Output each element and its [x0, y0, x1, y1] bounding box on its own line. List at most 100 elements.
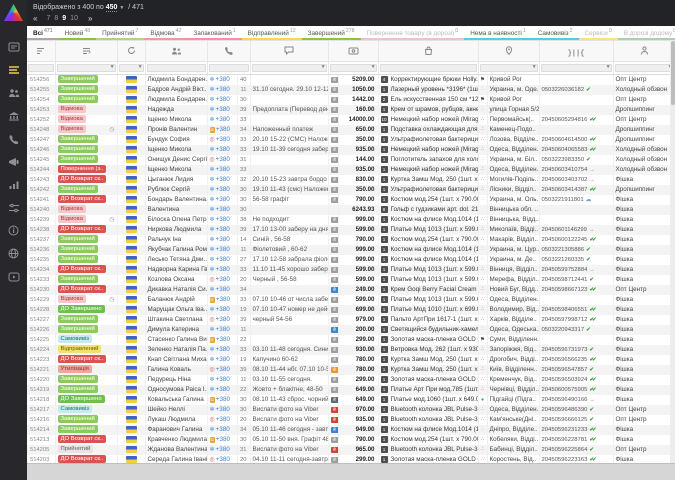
phone-cell[interactable]: ❄+380: [207, 215, 237, 225]
phone-link[interactable]: +380: [216, 416, 230, 423]
table-row[interactable]: 514214 Завершений Фаранович Галина ❄+380…: [27, 425, 675, 435]
ttn-cell[interactable]: 20450603410754→: [539, 165, 613, 175]
filter-ttn[interactable]: ▾: [539, 62, 613, 75]
table-row[interactable]: 514253 Відмова Надежда ❄+380 39 Предопла…: [27, 105, 675, 115]
table-row[interactable]: 514256 Завершений Людмила Бондарен.. ❄+3…: [27, 75, 675, 86]
phone-link[interactable]: +380: [216, 316, 230, 323]
ttn-cell[interactable]: [539, 215, 613, 225]
table-row[interactable]: 514223 ДО Возврат ск.. Кнап Світлана Мих…: [27, 355, 675, 365]
phone-link[interactable]: +380: [216, 366, 230, 373]
tab-1[interactable]: Новий48: [59, 26, 97, 40]
ttn-cell[interactable]: 20450598667123✔✔: [539, 285, 613, 295]
phone-link[interactable]: +380: [216, 136, 230, 143]
chevron-down-icon[interactable]: ▼: [119, 5, 124, 11]
sidebar-item-video[interactable]: [0, 265, 27, 288]
filter-status[interactable]: ▾: [55, 62, 117, 75]
column-price[interactable]: [328, 41, 378, 62]
table-row[interactable]: 514244 Повернення (з.. Іщенко Микола ❄+3…: [27, 165, 675, 175]
ttn-cell[interactable]: 20450601146299→: [539, 225, 613, 235]
table-row[interactable]: 514205 Прийнятий Жданова Валентина ❄+380…: [27, 445, 675, 455]
phone-link[interactable]: +380: [216, 256, 230, 263]
ttn-cell[interactable]: 20450604065583✔✔: [539, 145, 613, 155]
phone-link[interactable]: +380: [216, 356, 230, 363]
table-row[interactable]: 514218 ДО Завершено Ковальська Галина ic…: [27, 395, 675, 405]
phone-cell[interactable]: ❄+380: [207, 205, 237, 215]
table-row[interactable]: 514239 Відмова◷ Білоска Олена Петр.. ❄+3…: [27, 215, 675, 225]
tab-2[interactable]: Прийнятий7: [96, 26, 144, 40]
filter-city[interactable]: ▾: [478, 62, 539, 75]
ttn-cell[interactable]: 0503221260335✔: [539, 255, 613, 265]
phone-link[interactable]: +380: [216, 286, 230, 293]
ttn-cell[interactable]: 20450596231233✔✔: [539, 425, 613, 435]
column-comment[interactable]: [250, 41, 328, 62]
phone-cell[interactable]: ❄+380: [207, 355, 237, 365]
sidebar-item-info[interactable]: [0, 219, 27, 242]
first-page-button[interactable]: «: [33, 13, 36, 25]
ttn-cell[interactable]: 20450596225864✔: [539, 445, 613, 455]
phone-cell[interactable]: ic+380: [207, 395, 237, 405]
vertical-scrollbar[interactable]: [670, 40, 675, 464]
table-row[interactable]: 514233 Завершений Козлова Оксана ◎+380 2…: [27, 275, 675, 285]
filter-price[interactable]: ▾: [328, 62, 378, 75]
ttn-cell[interactable]: [539, 335, 613, 345]
ttn-cell[interactable]: 20450600575905✔✔: [539, 385, 613, 395]
table-row[interactable]: 514217 Самовивіз Шейко Неллі ❄+380 30 Ви…: [27, 405, 675, 415]
phone-cell[interactable]: ❄+380: [207, 165, 237, 175]
ttn-cell[interactable]: 20450599752884→: [539, 265, 613, 275]
sidebar-item-stats[interactable]: [0, 173, 27, 196]
phone-cell[interactable]: ❄+380: [207, 75, 237, 86]
ttn-cell[interactable]: [539, 75, 613, 86]
phone-cell[interactable]: ◎+380: [207, 155, 237, 165]
tab-10[interactable]: Сервіси0: [579, 26, 618, 40]
ttn-cell[interactable]: 20450598406551✔✔: [539, 305, 613, 315]
phone-link[interactable]: +380: [216, 96, 230, 103]
phone-link[interactable]: +380: [216, 166, 230, 173]
table-row[interactable]: 514224 Відправлений Зеленко Наталія Па..…: [27, 345, 675, 355]
ttn-cell[interactable]: 0503223983350✔: [539, 155, 613, 165]
phone-link[interactable]: +380: [216, 456, 230, 463]
phone-cell[interactable]: ic+380: [207, 125, 237, 135]
phone-cell[interactable]: ic+380: [207, 335, 237, 345]
table-row[interactable]: 514238 ДО Возврат ск.. Ниркова Людмила ❄…: [27, 225, 675, 235]
table-row[interactable]: 514255 Завершений Бадров Андрій Вікт.. ❄…: [27, 85, 675, 95]
phone-cell[interactable]: ❄+380: [207, 115, 237, 125]
sidebar-item-settings[interactable]: [0, 196, 27, 219]
phone-cell[interactable]: ❄+380: [207, 245, 237, 255]
ttn-cell[interactable]: 20450603414387✔✔: [539, 185, 613, 195]
phone-cell[interactable]: ❄+380: [207, 185, 237, 195]
table-row[interactable]: 514230 ДО Возврат ск.. Дикавка Наталія С…: [27, 285, 675, 295]
ttn-cell[interactable]: [539, 105, 613, 115]
phone-cell[interactable]: ❄+380: [207, 235, 237, 245]
table-row[interactable]: 514236 Завершений Якубчак Галина Ром.. ❄…: [27, 245, 675, 255]
phone-cell[interactable]: ◎+380: [207, 135, 237, 145]
ttn-cell[interactable]: 0503220943317✔: [539, 325, 613, 335]
phone-cell[interactable]: ic+380: [207, 295, 237, 305]
sidebar-item-orders[interactable]: [0, 58, 27, 81]
ttn-cell[interactable]: 20450597998712✔✔: [539, 315, 613, 325]
tab-0[interactable]: Всі471: [27, 26, 59, 40]
table-row[interactable]: 514234 ДО Возврат ск.. Надворна Карина Г…: [27, 265, 675, 275]
phone-link[interactable]: +380: [216, 206, 230, 213]
phone-cell[interactable]: ❄+380: [207, 145, 237, 155]
phone-link[interactable]: +380: [216, 386, 230, 393]
phone-link[interactable]: +380: [216, 226, 230, 233]
tab-9[interactable]: Самовивіз2: [532, 26, 579, 40]
phone-cell[interactable]: ❄+380: [207, 255, 237, 265]
phone-link[interactable]: +380: [216, 106, 230, 113]
column-ttn[interactable]: }||{: [539, 41, 613, 62]
table-row[interactable]: 514235 Завершений Лесько Тетяна Дми.. ❄+…: [27, 255, 675, 265]
column-products[interactable]: [378, 41, 478, 62]
filter-client[interactable]: [145, 62, 207, 75]
ttn-cell[interactable]: 20450596486390✔: [539, 405, 613, 415]
phone-cell[interactable]: ❄+380: [207, 265, 237, 275]
phone-link[interactable]: +380: [216, 336, 230, 343]
phone-link[interactable]: +380: [216, 306, 230, 313]
tab-3[interactable]: Відмова42: [144, 26, 187, 40]
phone-link[interactable]: +380: [216, 186, 230, 193]
phone-cell[interactable]: ic+380: [207, 435, 237, 445]
phone-link[interactable]: +380: [216, 216, 230, 223]
ttn-cell[interactable]: [539, 95, 613, 105]
phone-link[interactable]: +380: [216, 406, 230, 413]
last-page-button[interactable]: »: [88, 13, 91, 25]
ttn-cell[interactable]: [539, 205, 613, 215]
